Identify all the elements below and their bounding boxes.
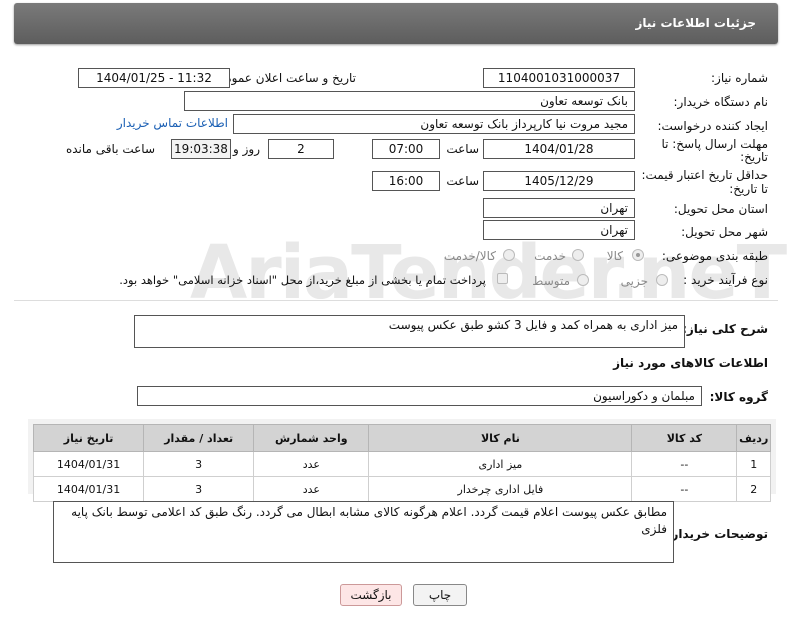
col-row: ردیف xyxy=(736,424,771,452)
cell-row: 1 xyxy=(736,451,771,477)
announce-date-label: تاریخ و ساعت اعلان عمومی: xyxy=(211,71,356,85)
deadline-label: مهلت ارسال پاسخ: تا xyxy=(661,137,768,151)
cell-qty: 3 xyxy=(143,451,255,477)
back-button[interactable]: بازگشت xyxy=(340,584,402,606)
province-label: استان محل تحویل: xyxy=(673,202,768,216)
items-table: ردیف کد کالا نام کالا واحد شمارش تعداد /… xyxy=(32,424,771,502)
days-remaining-field: 2 xyxy=(268,139,334,159)
validity-time-field: 16:00 xyxy=(372,171,440,191)
buyer-notes-field[interactable]: مطابق عکس پیوست اعلام قیمت گردد. اعلام ه… xyxy=(53,501,674,563)
cell-name: میز اداری xyxy=(368,451,633,477)
treasury-payment-checkbox[interactable] xyxy=(497,273,508,284)
divider xyxy=(14,300,778,301)
cell-code: -- xyxy=(631,451,738,477)
validity-label: حداقل تاریخ اعتبار قیمت: xyxy=(641,168,768,182)
page-title: جزئیات اطلاعات نیاز xyxy=(635,16,756,30)
validity-date-field: 1405/12/29 xyxy=(483,171,635,191)
goods-group-label: گروه کالا: xyxy=(709,390,768,404)
col-qty: تعداد / مقدار xyxy=(143,424,255,452)
cell-unit: عدد xyxy=(253,476,370,502)
description-field[interactable]: میز اداری به همراه کمد و فایل 3 کشو طبق … xyxy=(134,315,685,348)
table-row: 1 -- میز اداری عدد 3 1404/01/31 xyxy=(32,451,771,477)
col-unit: واحد شمارش xyxy=(253,424,370,452)
announce-date-field: 1404/01/25 - 11:32 xyxy=(78,68,230,88)
table-row: 2 -- فایل اداری چرخدار عدد 3 1404/01/31 xyxy=(32,476,771,502)
process-label: نوع فرآیند خرید : xyxy=(683,273,768,287)
category-option-service: خدمت xyxy=(534,249,566,263)
category-option-goods: کالا xyxy=(606,249,623,263)
cell-name: فایل اداری چرخدار xyxy=(368,476,633,502)
category-radio-goods[interactable] xyxy=(632,249,644,261)
deadline-time-field: 07:00 xyxy=(372,139,440,159)
process-radio-minor[interactable] xyxy=(656,274,668,286)
page-header: جزئیات اطلاعات نیاز xyxy=(14,3,778,44)
cell-date: 1404/01/31 xyxy=(32,476,145,502)
col-code: کد کالا xyxy=(631,424,738,452)
category-radio-service[interactable] xyxy=(572,249,584,261)
description-label: شرح کلی نیاز: xyxy=(682,322,768,336)
buyer-org-label: نام دستگاه خریدار: xyxy=(673,95,769,109)
cell-code: -- xyxy=(631,476,738,502)
buyer-org-field: بانک توسعه تعاون xyxy=(184,91,635,111)
cell-unit: عدد xyxy=(253,451,370,477)
need-number-field: 1104001031000037 xyxy=(483,68,635,88)
category-radio-goods-service[interactable] xyxy=(503,249,515,261)
goods-group-field: مبلمان و دکوراسیون xyxy=(137,386,702,406)
need-number-label: شماره نیاز: xyxy=(711,71,768,85)
col-name: نام کالا xyxy=(368,424,633,452)
requester-field: مجید مروت نیا کارپرداز بانک توسعه تعاون xyxy=(233,114,635,134)
city-label: شهر محل تحویل: xyxy=(681,225,768,239)
treasury-payment-note: پرداخت تمام یا بخشی از مبلغ خرید،از محل … xyxy=(119,273,486,287)
city-field: تهران xyxy=(483,220,635,240)
remaining-time-label: ساعت باقی مانده xyxy=(65,142,155,156)
days-label: روز و xyxy=(233,142,260,156)
cell-row: 2 xyxy=(736,476,771,502)
process-radio-medium[interactable] xyxy=(577,274,589,286)
cell-qty: 3 xyxy=(143,476,255,502)
requester-label: ایجاد کننده درخواست: xyxy=(657,119,768,133)
cell-date: 1404/01/31 xyxy=(32,451,145,477)
category-option-goods-service: کالا/خدمت xyxy=(443,249,496,263)
process-option-medium: متوسط xyxy=(532,274,570,288)
goods-section-title: اطلاعات کالاهای مورد نیاز xyxy=(613,356,768,370)
category-label: طبقه بندی موضوعی: xyxy=(661,249,768,263)
deadline-label-2: تاریخ: xyxy=(740,150,768,164)
validity-hour-label: ساعت xyxy=(446,174,479,188)
buyer-notes-label: توضیحات خریدار: xyxy=(666,527,768,541)
validity-label-2: تا تاریخ: xyxy=(729,182,768,196)
print-button[interactable]: چاپ xyxy=(413,584,467,606)
deadline-date-field: 1404/01/28 xyxy=(483,139,635,159)
province-field: تهران xyxy=(483,198,635,218)
buyer-contact-link[interactable]: اطلاعات تماس خریدار xyxy=(117,116,228,130)
remaining-time-field: 19:03:38 xyxy=(171,139,231,159)
process-option-minor: جزیی xyxy=(620,274,648,288)
col-date: تاریخ نیاز xyxy=(32,424,145,452)
deadline-hour-label: ساعت xyxy=(446,142,479,156)
